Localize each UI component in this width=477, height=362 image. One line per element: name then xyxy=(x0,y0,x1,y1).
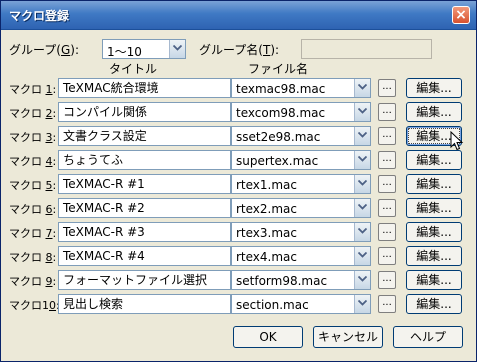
macro-title-field[interactable]: TeXMAC-R #3 xyxy=(58,222,231,242)
chevron-down-icon xyxy=(358,108,367,114)
chevron-down-icon xyxy=(358,132,367,138)
macro-title-field[interactable]: フォーマットファイル選択 xyxy=(58,270,231,290)
macro-label: マクロ 6: xyxy=(9,203,57,216)
macro-label: マクロ 1: xyxy=(9,83,57,96)
browse-button[interactable]: ... xyxy=(378,127,396,145)
macro-file-select[interactable]: rtex3.mac xyxy=(231,222,371,242)
macro-file-value: texmac98.mac xyxy=(236,82,326,96)
macro-file-value: rtex2.mac xyxy=(236,202,298,216)
macro-file-dropdown-button[interactable] xyxy=(354,175,370,193)
macro-title-field[interactable]: TeXMAC-R #1 xyxy=(58,174,231,194)
edit-button[interactable]: 編集... xyxy=(406,102,462,122)
browse-button[interactable]: ... xyxy=(378,247,396,265)
macro-file-select[interactable]: section.mac xyxy=(231,294,371,314)
macro-file-value: rtex1.mac xyxy=(236,178,298,192)
macro-file-value: rtex4.mac xyxy=(236,250,298,264)
macro-label: マクロ 4: xyxy=(9,155,57,168)
macro-label: マクロ10: xyxy=(9,299,60,312)
macro-file-select[interactable]: rtex4.mac xyxy=(231,246,371,266)
browse-button[interactable]: ... xyxy=(378,271,396,289)
macro-title-field[interactable]: TeXMAC統合環境 xyxy=(58,78,231,98)
macro-file-select[interactable]: sset2e98.mac xyxy=(231,126,371,146)
macro-file-select[interactable]: rtex1.mac xyxy=(231,174,371,194)
browse-button[interactable]: ... xyxy=(378,151,396,169)
macro-file-dropdown-button[interactable] xyxy=(354,79,370,97)
chevron-down-icon xyxy=(358,156,367,162)
chevron-down-icon xyxy=(358,180,367,186)
macro-title-field[interactable]: TeXMAC-R #4 xyxy=(58,246,231,266)
macro-label: マクロ 9: xyxy=(9,275,57,288)
window-title: マクロ登録 xyxy=(9,9,70,23)
macro-title-field[interactable]: コンパイル関係 xyxy=(58,102,231,122)
edit-button[interactable]: 編集... xyxy=(406,78,462,98)
macro-file-dropdown-button[interactable] xyxy=(354,199,370,217)
chevron-down-icon xyxy=(358,84,367,90)
macro-file-select[interactable]: rtex2.mac xyxy=(231,198,371,218)
cancel-button[interactable]: キャンセル xyxy=(313,326,383,348)
macro-title-field[interactable]: TeXMAC-R #2 xyxy=(58,198,231,218)
browse-button[interactable]: ... xyxy=(378,223,396,241)
help-button[interactable]: ヘルプ xyxy=(393,326,463,348)
macro-file-dropdown-button[interactable] xyxy=(354,223,370,241)
edit-button[interactable]: 編集... xyxy=(406,294,462,314)
edit-button[interactable]: 編集... xyxy=(406,198,462,218)
group-select-value: 1〜10 xyxy=(107,45,142,59)
chevron-down-icon xyxy=(358,204,367,210)
macro-file-value: setform98.mac xyxy=(236,274,328,288)
macro-file-select[interactable]: setform98.mac xyxy=(231,270,371,290)
macro-file-select[interactable]: supertex.mac xyxy=(231,150,371,170)
macro-file-value: texcom98.mac xyxy=(236,106,326,120)
header-title: タイトル xyxy=(109,62,158,76)
edit-button[interactable]: 編集... xyxy=(406,270,462,290)
group-dropdown-button[interactable] xyxy=(169,40,185,58)
macro-title-field[interactable]: 見出し検索 xyxy=(58,294,231,314)
group-select[interactable]: 1〜10 xyxy=(102,39,186,59)
group-name-label: グループ名(T): xyxy=(199,43,280,57)
macro-file-dropdown-button[interactable] xyxy=(354,295,370,313)
macro-title-field[interactable]: 文書クラス設定 xyxy=(58,126,231,146)
macro-file-dropdown-button[interactable] xyxy=(354,247,370,265)
edit-button[interactable]: 編集... xyxy=(406,222,462,242)
macro-file-dropdown-button[interactable] xyxy=(354,127,370,145)
macro-file-value: supertex.mac xyxy=(236,154,319,168)
macro-file-value: rtex3.mac xyxy=(236,226,298,240)
close-icon: × xyxy=(455,7,467,23)
close-button[interactable]: × xyxy=(452,6,470,24)
group-name-field[interactable] xyxy=(301,39,432,59)
chevron-down-icon xyxy=(358,252,367,258)
macro-title-field[interactable]: ちょうてふ xyxy=(58,150,231,170)
chevron-down-icon xyxy=(358,300,367,306)
browse-button[interactable]: ... xyxy=(378,79,396,97)
macro-register-dialog: マクロ登録 × グループ(G): 1〜10 グループ名(T): タイトル ファイ… xyxy=(0,0,477,362)
title-bar[interactable]: マクロ登録 × xyxy=(1,1,476,30)
macro-label: マクロ 5: xyxy=(9,179,57,192)
browse-button[interactable]: ... xyxy=(378,199,396,217)
macro-file-value: sset2e98.mac xyxy=(236,130,321,144)
browse-button[interactable]: ... xyxy=(378,295,396,313)
macro-file-select[interactable]: texmac98.mac xyxy=(231,78,371,98)
ok-button[interactable]: OK xyxy=(233,326,303,348)
browse-button[interactable]: ... xyxy=(378,175,396,193)
edit-button[interactable]: 編集... xyxy=(406,150,462,170)
edit-button[interactable]: 編集... xyxy=(406,174,462,194)
edit-button[interactable]: 編集... xyxy=(406,246,462,266)
macro-label: マクロ 2: xyxy=(9,107,57,120)
macro-label: マクロ 8: xyxy=(9,251,57,264)
macro-label: マクロ 7: xyxy=(9,227,57,240)
macro-file-dropdown-button[interactable] xyxy=(354,271,370,289)
chevron-down-icon xyxy=(173,45,182,51)
macro-file-dropdown-button[interactable] xyxy=(354,103,370,121)
macro-file-dropdown-button[interactable] xyxy=(354,151,370,169)
chevron-down-icon xyxy=(358,228,367,234)
browse-button[interactable]: ... xyxy=(378,103,396,121)
macro-file-value: section.mac xyxy=(236,298,309,312)
group-label: グループ(G): xyxy=(9,43,80,57)
mouse-cursor-icon xyxy=(450,131,464,151)
header-filename: ファイル名 xyxy=(248,62,309,76)
macro-label: マクロ 3: xyxy=(9,131,57,144)
chevron-down-icon xyxy=(358,276,367,282)
macro-file-select[interactable]: texcom98.mac xyxy=(231,102,371,122)
